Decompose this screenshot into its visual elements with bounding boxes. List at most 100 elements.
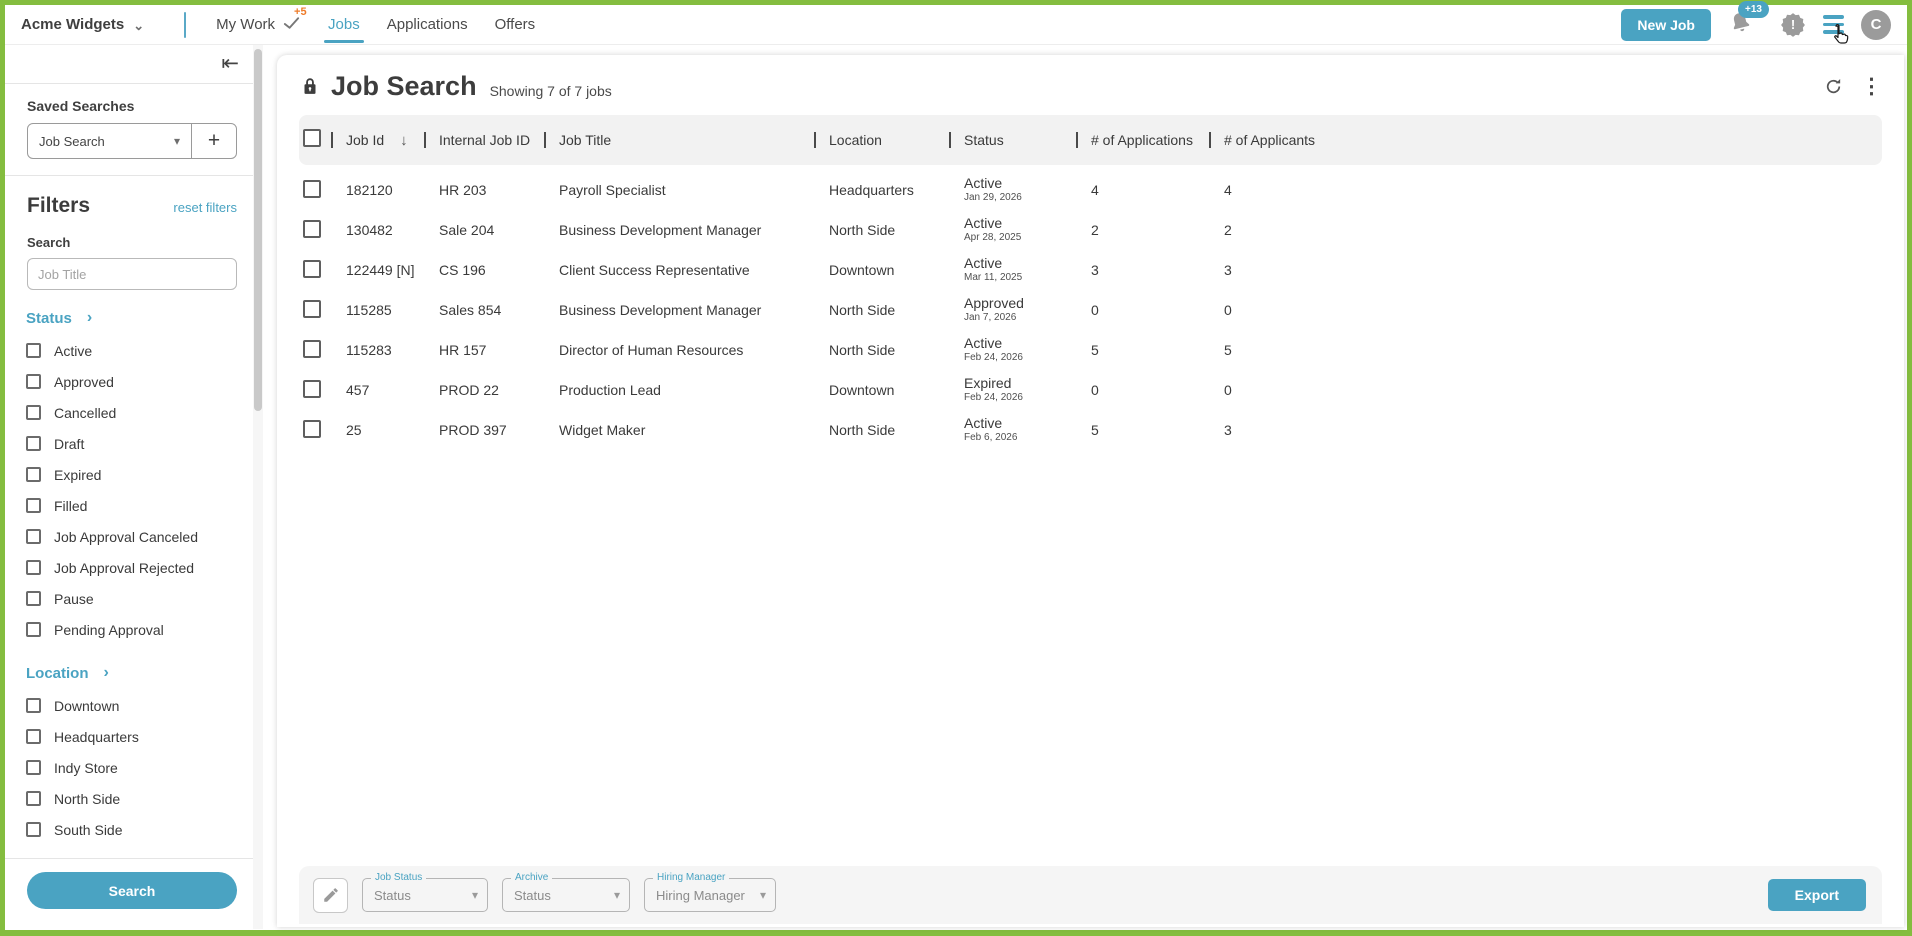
column-resize-handle[interactable] [424, 132, 426, 148]
company-switcher[interactable]: Acme Widgets ⌄ [21, 16, 144, 34]
checkbox[interactable] [26, 374, 41, 389]
nav-item-applications[interactable]: Applications [387, 5, 468, 44]
cell-job-title[interactable]: Production Lead [544, 382, 814, 398]
checkbox[interactable] [26, 343, 41, 358]
column-header-job-id[interactable]: Job Id↓ [331, 132, 424, 149]
checkbox[interactable] [26, 467, 41, 482]
new-job-button[interactable]: New Job [1621, 9, 1711, 41]
row-checkbox[interactable] [303, 340, 321, 358]
checkbox[interactable] [26, 498, 41, 513]
checkbox[interactable] [26, 436, 41, 451]
column-resize-handle[interactable] [1076, 132, 1078, 148]
cell-job-title[interactable]: Widget Maker [544, 422, 814, 438]
reset-filters-link[interactable]: reset filters [173, 200, 237, 215]
sort-desc-icon[interactable]: ↓ [400, 132, 408, 149]
row-checkbox[interactable] [303, 260, 321, 278]
location-option-headquarters[interactable]: Headquarters [26, 721, 237, 752]
column-header-applicants[interactable]: # of Applicants [1209, 132, 1882, 148]
checkbox[interactable] [26, 791, 41, 806]
notifications-button[interactable]: +13 [1728, 10, 1753, 40]
job-title-search-input[interactable] [27, 258, 237, 290]
checkbox[interactable] [26, 698, 41, 713]
cell-job-title[interactable]: Payroll Specialist [544, 182, 814, 198]
cell-applications: 2 [1076, 222, 1209, 238]
select-all-checkbox[interactable] [303, 129, 321, 147]
column-resize-handle[interactable] [1209, 132, 1211, 148]
table-row[interactable]: 115285 Sales 854 Business Development Ma… [299, 290, 1882, 330]
table-row[interactable]: 457 PROD 22 Production Lead Downtown Exp… [299, 370, 1882, 410]
alerts-button[interactable]: ! [1780, 12, 1806, 38]
hiring-manager-select[interactable]: Hiring Manager Hiring Manager ▾ [644, 878, 776, 912]
status-section-toggle[interactable]: Status › [26, 310, 237, 327]
nav-item-jobs[interactable]: Jobs [328, 5, 360, 44]
cell-applicants: 0 [1209, 382, 1882, 398]
menu-button[interactable] [1823, 15, 1844, 33]
nav-item-my-work[interactable]: My Work +5 [216, 5, 301, 44]
location-option-indy-store[interactable]: Indy Store [26, 752, 237, 783]
column-header-internal-job-id[interactable]: Internal Job ID [424, 132, 544, 148]
status-option-job-approval-rejected[interactable]: Job Approval Rejected [26, 552, 237, 583]
status-option-pause[interactable]: Pause [26, 583, 237, 614]
row-checkbox[interactable] [303, 380, 321, 398]
status-option-cancelled[interactable]: Cancelled [26, 397, 237, 428]
user-avatar[interactable]: C [1861, 10, 1891, 40]
row-checkbox[interactable] [303, 300, 321, 318]
dropdown-arrow-icon: ▾ [472, 888, 478, 902]
table-row[interactable]: 122449 [N] CS 196 Client Success Represe… [299, 250, 1882, 290]
job-status-select[interactable]: Job Status Status ▾ [362, 878, 488, 912]
more-options-icon[interactable]: ⋮ [1861, 74, 1882, 99]
status-option-pending-approval[interactable]: Pending Approval [26, 614, 237, 645]
table-row[interactable]: 130482 Sale 204 Business Development Man… [299, 210, 1882, 250]
nav-item-offers[interactable]: Offers [495, 5, 536, 44]
cell-job-id: 130482 [331, 222, 424, 238]
table-row[interactable]: 115283 HR 157 Director of Human Resource… [299, 330, 1882, 370]
saved-search-select[interactable]: Job Search ▾ [28, 124, 192, 158]
checkbox[interactable] [26, 560, 41, 575]
cell-job-title[interactable]: Client Success Representative [544, 262, 814, 278]
search-button[interactable]: Search [27, 872, 237, 909]
collapse-sidebar-icon[interactable]: ⇤ [221, 53, 239, 75]
cell-job-title[interactable]: Director of Human Resources [544, 342, 814, 358]
column-resize-handle[interactable] [544, 132, 546, 148]
sidebar-scrollbar-thumb[interactable] [254, 49, 262, 411]
row-checkbox[interactable] [303, 180, 321, 198]
row-checkbox[interactable] [303, 420, 321, 438]
column-header-location[interactable]: Location [814, 132, 949, 148]
cell-job-title[interactable]: Business Development Manager [544, 302, 814, 318]
column-resize-handle[interactable] [814, 132, 816, 148]
archive-select[interactable]: Archive Status ▾ [502, 878, 630, 912]
checkbox[interactable] [26, 729, 41, 744]
export-button[interactable]: Export [1768, 879, 1866, 911]
cell-status: ActiveMar 11, 2025 [949, 256, 1076, 283]
status-option-filled[interactable]: Filled [26, 490, 237, 521]
refresh-icon[interactable] [1823, 76, 1844, 97]
checkbox[interactable] [26, 529, 41, 544]
column-header-job-title[interactable]: Job Title [544, 132, 814, 148]
edit-button[interactable] [313, 878, 348, 913]
location-option-north-side[interactable]: North Side [26, 783, 237, 814]
column-resize-handle[interactable] [949, 132, 951, 148]
checkbox[interactable] [26, 622, 41, 637]
table-row[interactable]: 182120 HR 203 Payroll Specialist Headqua… [299, 170, 1882, 210]
status-option-active[interactable]: Active [26, 335, 237, 366]
column-header-status[interactable]: Status [949, 132, 1076, 148]
column-resize-handle[interactable] [331, 132, 333, 148]
cell-job-title[interactable]: Business Development Manager [544, 222, 814, 238]
status-option-job-approval-canceled[interactable]: Job Approval Canceled [26, 521, 237, 552]
status-option-approved[interactable]: Approved [26, 366, 237, 397]
checkbox[interactable] [26, 591, 41, 606]
add-saved-search-button[interactable]: + [192, 124, 236, 158]
status-option-expired[interactable]: Expired [26, 459, 237, 490]
column-header-applications[interactable]: # of Applications [1076, 132, 1209, 148]
table-row[interactable]: 25 PROD 397 Widget Maker North Side Acti… [299, 410, 1882, 450]
checkbox[interactable] [26, 405, 41, 420]
location-option-downtown[interactable]: Downtown [26, 690, 237, 721]
sidebar-scrollbar[interactable] [253, 45, 263, 929]
checkbox[interactable] [26, 760, 41, 775]
location-section-toggle[interactable]: Location › [26, 665, 237, 682]
cell-job-id: 182120 [331, 182, 424, 198]
location-option-south-side[interactable]: South Side [26, 814, 237, 845]
row-checkbox[interactable] [303, 220, 321, 238]
status-option-draft[interactable]: Draft [26, 428, 237, 459]
checkbox[interactable] [26, 822, 41, 837]
